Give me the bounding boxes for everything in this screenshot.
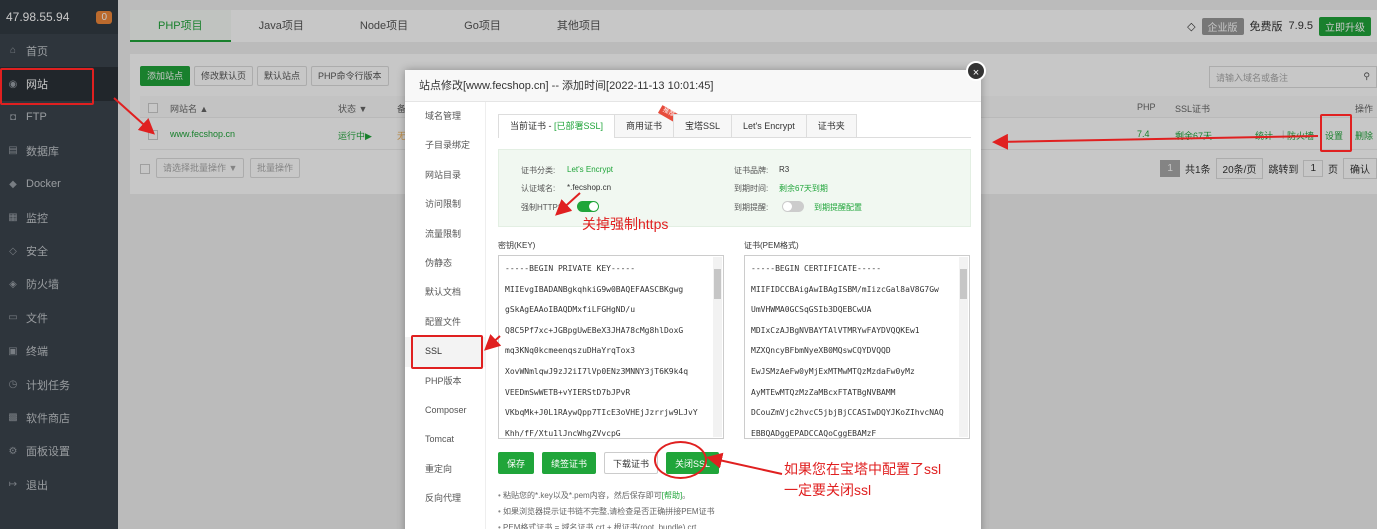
- arrow-ssl-nav: [484, 333, 502, 351]
- arrow-website-to-row: [113, 97, 155, 135]
- arrow-settings-to-modal: [992, 133, 1319, 150]
- arrow-https-toggle: [555, 192, 581, 216]
- annotation-arrows: [113, 97, 1319, 475]
- arrow-close-ssl: [706, 452, 783, 475]
